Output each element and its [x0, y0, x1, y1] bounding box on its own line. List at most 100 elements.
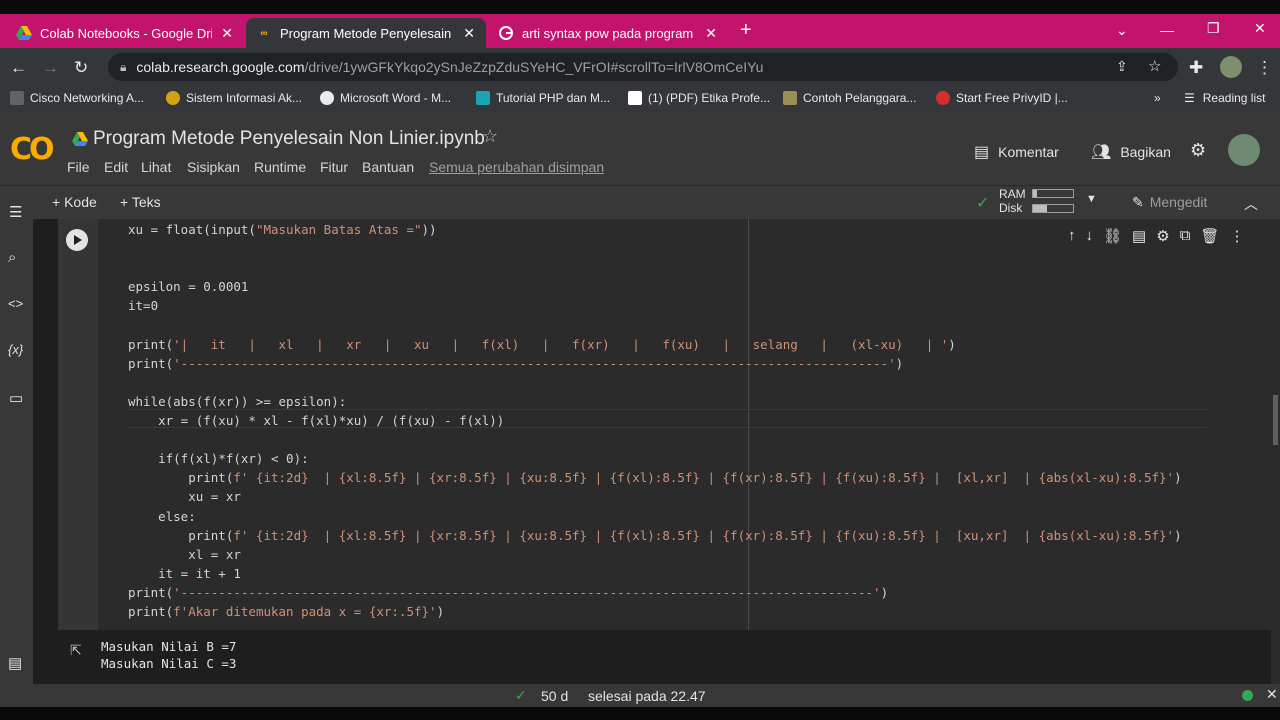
- bookmark-item[interactable]: Microsoft Word - M...: [320, 91, 451, 105]
- back-icon[interactable]: ←: [10, 58, 27, 78]
- code-line[interactable]: print('| it | xl | xr | xu | f(xl) | f(x…: [128, 335, 956, 354]
- editing-mode[interactable]: ✎ Mengedit: [1132, 194, 1207, 211]
- bookmarks-more[interactable]: »: [1154, 91, 1161, 105]
- code-line[interactable]: xu = float(input("Masukan Batas Atas =")…: [128, 220, 437, 239]
- new-tab-button[interactable]: +: [740, 19, 752, 42]
- reading-list[interactable]: ☰ Reading list: [1184, 91, 1265, 105]
- bookmark-item[interactable]: Start Free PrivyID |...: [936, 91, 1068, 105]
- forward-icon[interactable]: →: [42, 58, 59, 78]
- comment-icon[interactable]: ▤: [1132, 227, 1146, 245]
- code-line[interactable]: print(f' {it:2d} | {xl:8.5f} | {xr:8.5f}…: [128, 526, 1181, 545]
- notebook-main: xu = float(input("Masukan Batas Atas =")…: [33, 219, 1280, 707]
- star-icon[interactable]: ☆: [482, 126, 498, 147]
- more-icon[interactable]: ⋮: [1229, 227, 1244, 245]
- extensions-icon[interactable]: ✚: [1189, 58, 1203, 78]
- bookmark-item[interactable]: Cisco Networking A...: [10, 91, 144, 105]
- variables-icon[interactable]: {x}: [8, 342, 23, 357]
- add-code-button[interactable]: + Kode: [52, 194, 97, 210]
- ram-bar: [1032, 189, 1074, 198]
- notebook-title[interactable]: Program Metode Penyelesain Non Linier.ip…: [93, 128, 485, 150]
- maximize-icon[interactable]: ❐: [1207, 20, 1220, 37]
- share-page-icon[interactable]: ⇪: [1116, 58, 1128, 75]
- output-text: Masukan Nilai B =7 Masukan Nilai C =3: [101, 639, 237, 671]
- code-line[interactable]: if(f(xl)*f(xr) < 0):: [128, 449, 309, 468]
- mirror-cell-icon[interactable]: ⧉: [1180, 227, 1191, 245]
- menu-runtime[interactable]: Runtime: [254, 159, 306, 175]
- code-line[interactable]: epsilon = 0.0001: [128, 277, 248, 296]
- bookmark-star-icon[interactable]: ☆: [1148, 57, 1161, 75]
- code-line[interactable]: print(f'Akar ditemukan pada x = {xr:.5f}…: [128, 602, 444, 621]
- table-of-contents-icon[interactable]: ☰: [9, 203, 22, 221]
- tab-colab-notebooks[interactable]: Colab Notebooks - Google Drive ✕: [6, 18, 244, 48]
- tab-strip: Colab Notebooks - Google Drive ✕ ∞ Progr…: [0, 14, 1280, 48]
- bookmark-item[interactable]: Sistem Informasi Ak...: [166, 91, 302, 105]
- save-status[interactable]: Semua perubahan disimpan: [429, 159, 604, 175]
- code-line[interactable]: xl = xr: [128, 545, 241, 564]
- colab-logo[interactable]: CO: [10, 132, 54, 167]
- address-bar: ← → ↻ 🔒︎ colab.research.google.com/drive…: [0, 48, 1280, 86]
- folder-icon[interactable]: ▭: [9, 389, 23, 407]
- code-line[interactable]: it=0: [128, 296, 158, 315]
- move-down-icon[interactable]: ↓: [1086, 227, 1094, 245]
- comment-button[interactable]: ▤ Komentar: [974, 142, 1059, 162]
- status-bar: ✓ 50 d selesai pada 22.47 ✕: [0, 684, 1280, 707]
- ram-bar-fill: [1033, 190, 1037, 197]
- code-snippets-icon[interactable]: <>: [8, 296, 23, 311]
- share-button[interactable]: 👥︎ Bagikan: [1091, 142, 1171, 162]
- tab-program-metode[interactable]: ∞ Program Metode Penyelesain No ✕: [246, 18, 486, 48]
- execution-duration: 50 d: [541, 688, 569, 704]
- profile-avatar[interactable]: [1220, 56, 1242, 78]
- close-icon[interactable]: ✕: [704, 25, 718, 42]
- letterbox-bottom: [0, 707, 1280, 720]
- code-line[interactable]: print('---------------------------------…: [128, 354, 903, 373]
- tab-title: Colab Notebooks - Google Drive: [40, 25, 213, 41]
- resource-monitor[interactable]: RAM Disk: [999, 187, 1026, 215]
- output-icon[interactable]: ⇱: [70, 642, 82, 659]
- page-scrollbar[interactable]: [1271, 219, 1280, 684]
- bookmark-item[interactable]: (1) (PDF) Etika Profe...: [628, 91, 770, 105]
- menu-tools[interactable]: Fitur: [320, 159, 348, 175]
- minimize-icon[interactable]: —: [1160, 22, 1174, 38]
- url-field[interactable]: 🔒︎ colab.research.google.com/drive/1ywGF…: [108, 53, 1178, 81]
- code-line[interactable]: print('---------------------------------…: [128, 583, 888, 602]
- menu-insert[interactable]: Sisipkan: [187, 159, 240, 175]
- chevron-up-icon[interactable]: ︿: [1244, 194, 1258, 214]
- settings-gear-icon[interactable]: ⚙: [1190, 140, 1206, 161]
- delete-icon[interactable]: 🗑︎: [1200, 227, 1219, 245]
- bookmark-item[interactable]: Tutorial PHP dan M...: [476, 91, 610, 105]
- chevron-down-icon[interactable]: ▼: [1086, 193, 1097, 205]
- disk-bar-fill: [1033, 205, 1047, 212]
- browser-menu-icon[interactable]: ⋮: [1256, 58, 1273, 78]
- close-icon[interactable]: ✕: [220, 25, 234, 42]
- move-up-icon[interactable]: ↑: [1068, 227, 1076, 245]
- code-line[interactable]: print(f' {it:2d} | {xl:8.5f} | {xr:8.5f}…: [128, 468, 1181, 487]
- search-icon[interactable]: ⌕: [8, 249, 16, 266]
- url-path: /drive/1ywGFkYkqo2ySnJeZzpZduSYeHC_VFrOI…: [304, 59, 764, 75]
- bookmark-item[interactable]: Contoh Pelanggara...: [783, 91, 916, 105]
- menu-help[interactable]: Bantuan: [362, 159, 414, 175]
- link-icon[interactable]: ⛓︎: [1103, 227, 1122, 245]
- close-icon[interactable]: ✕: [462, 25, 476, 42]
- close-icon[interactable]: ✕: [1266, 686, 1278, 703]
- run-cell-button[interactable]: [66, 229, 88, 251]
- reload-icon[interactable]: ↻: [74, 58, 88, 78]
- code-line[interactable]: xu = xr: [128, 487, 241, 506]
- add-text-button[interactable]: + Teks: [120, 194, 161, 210]
- menu-edit[interactable]: Edit: [104, 159, 128, 175]
- ram-label: RAM: [999, 187, 1026, 201]
- settings-gear-icon[interactable]: ⚙: [1156, 227, 1169, 245]
- site-icon: [166, 91, 180, 105]
- code-line[interactable]: else:: [128, 507, 196, 526]
- terminal-icon[interactable]: ▤: [8, 654, 22, 672]
- menu-file[interactable]: File: [67, 159, 90, 175]
- tab-search-icon[interactable]: ⌄: [1116, 22, 1128, 39]
- menu-view[interactable]: Lihat: [141, 159, 171, 175]
- code-cell[interactable]: xu = float(input("Masukan Batas Atas =")…: [58, 219, 1280, 630]
- code-line[interactable]: xr = (f(xu) * xl - f(xl)*xu) / (f(xu) - …: [128, 411, 504, 430]
- window-close-icon[interactable]: ✕: [1254, 20, 1266, 37]
- code-line[interactable]: it = it + 1: [128, 564, 241, 583]
- account-avatar[interactable]: [1228, 134, 1260, 166]
- code-line[interactable]: while(abs(f(xr)) >= epsilon):: [128, 392, 346, 411]
- tab-arti-syntax[interactable]: arti syntax pow pada program pl ✕: [488, 18, 728, 48]
- scrollbar-thumb[interactable]: [1273, 395, 1278, 445]
